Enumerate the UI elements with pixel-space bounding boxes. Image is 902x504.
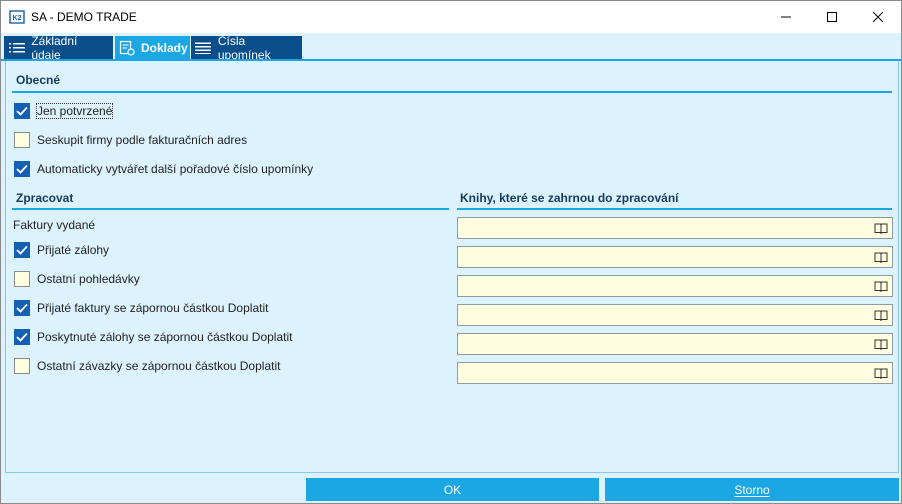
book-icon[interactable] — [874, 280, 888, 292]
faktury-vydane-label: Faktury vydané — [13, 218, 96, 232]
check-icon — [16, 106, 28, 116]
doklady-panel: Obecné Jen potvrzené Seskupit firmy podl… — [5, 61, 899, 473]
book-select-field[interactable] — [457, 362, 893, 384]
tab-label: Čísla upomínek — [217, 34, 271, 62]
book-icon[interactable] — [874, 338, 888, 350]
checkbox-row[interactable]: Automaticky vytvářet další pořadové čísl… — [14, 160, 313, 178]
title-bar: K2 SA - DEMO TRADE — [1, 1, 901, 33]
app-window: K2 SA - DEMO TRADE Základní údaje Doklad… — [0, 0, 902, 504]
checkbox-jen-potvrzene[interactable] — [14, 103, 30, 119]
tab-doklady[interactable]: Doklady — [115, 36, 190, 60]
book-select-field[interactable] — [457, 246, 893, 268]
section-title-general: Obecné — [16, 73, 61, 87]
checkbox-label: Přijaté faktury se zápornou částkou Dopl… — [37, 301, 269, 315]
ok-button[interactable]: OK — [306, 478, 599, 501]
checkbox-ostatni-zavazky-zaporne[interactable] — [14, 358, 30, 374]
checkbox-auto-cislo-upominky[interactable] — [14, 161, 30, 177]
minimize-button[interactable] — [763, 1, 809, 33]
cancel-button[interactable]: Storno — [605, 478, 899, 501]
checkbox-row[interactable]: Ostatní pohledávky — [14, 270, 140, 288]
book-select-field[interactable] — [457, 217, 893, 239]
list-icon — [195, 40, 212, 56]
close-icon — [873, 12, 883, 22]
book-icon[interactable] — [874, 309, 888, 321]
list-icon — [8, 40, 25, 56]
tab-bar: Základní údaje Doklady Čísla upomínek — [1, 33, 901, 62]
checkbox-poskytnute-zalohy-zaporne[interactable] — [14, 329, 30, 345]
book-icon[interactable] — [874, 222, 888, 234]
book-select-field[interactable] — [457, 333, 893, 355]
maximize-button[interactable] — [809, 1, 855, 33]
k2-app-icon: K2 — [9, 9, 25, 25]
check-icon — [16, 303, 28, 313]
ok-button-label: OK — [443, 482, 462, 497]
checkbox-ostatni-pohledavky[interactable] — [14, 271, 30, 287]
section-divider — [457, 208, 892, 210]
section-divider — [12, 91, 892, 93]
check-icon — [16, 245, 28, 255]
checkbox-prijate-faktury-zaporne[interactable] — [14, 300, 30, 316]
checkbox-prijate-zalohy[interactable] — [14, 242, 30, 258]
close-button[interactable] — [855, 1, 901, 33]
checkbox-row[interactable]: Ostatní závazky se zápornou částkou Dopl… — [14, 357, 280, 375]
check-icon — [16, 332, 28, 342]
checkbox-row[interactable]: Seskupit firmy podle fakturačních adres — [14, 131, 247, 149]
tab-cisla-upominek[interactable]: Čísla upomínek — [191, 34, 302, 62]
checkbox-label: Jen potvrzené — [35, 103, 114, 119]
book-select-field[interactable] — [457, 275, 893, 297]
checkbox-label: Ostatní pohledávky — [37, 272, 140, 286]
book-icon[interactable] — [874, 367, 888, 379]
checkbox-label: Ostatní závazky se zápornou částkou Dopl… — [37, 359, 281, 373]
section-divider — [12, 208, 449, 210]
checkbox-label: Přijaté zálohy — [37, 243, 110, 257]
svg-text:K2: K2 — [13, 15, 22, 22]
tab-zakladni-udaje[interactable]: Základní údaje — [4, 34, 113, 62]
book-icon[interactable] — [874, 251, 888, 263]
maximize-icon — [827, 12, 837, 22]
tab-label: Základní údaje — [31, 34, 78, 62]
checkbox-label: Seskupit firmy podle fakturačních adres — [37, 133, 248, 147]
minimize-icon — [781, 16, 791, 18]
check-icon — [16, 164, 28, 174]
section-title-books: Knihy, které se zahrnou do zpracování — [460, 191, 679, 205]
checkbox-seskupit-firmy[interactable] — [14, 132, 30, 148]
checkbox-row[interactable]: Přijaté faktury se zápornou částkou Dopl… — [14, 299, 268, 317]
checkbox-label: Automaticky vytvářet další pořadové čísl… — [37, 162, 314, 176]
document-gear-icon — [119, 40, 135, 56]
section-title-process: Zpracovat — [16, 191, 74, 205]
cancel-button-label: Storno — [734, 482, 770, 497]
book-select-field[interactable] — [457, 304, 893, 326]
tab-label: Doklady — [141, 41, 188, 55]
window-title: SA - DEMO TRADE — [31, 10, 137, 24]
checkbox-row[interactable]: Přijaté zálohy — [14, 241, 109, 259]
checkbox-row[interactable]: Jen potvrzené — [14, 102, 114, 120]
checkbox-label: Poskytnuté zálohy se zápornou částkou Do… — [37, 330, 293, 344]
checkbox-row[interactable]: Poskytnuté zálohy se zápornou částkou Do… — [14, 328, 292, 346]
